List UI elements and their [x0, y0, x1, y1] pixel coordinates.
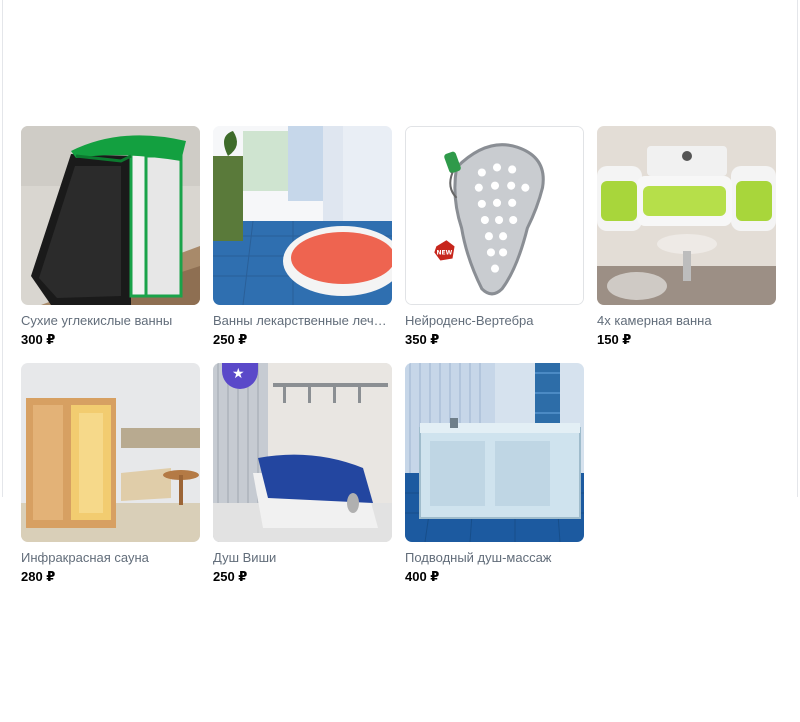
product-name[interactable]: Инфракрасная сауна [21, 550, 200, 566]
product-price: 250 ₽ [213, 569, 248, 584]
product-price: 250 ₽ [213, 332, 248, 347]
product-image[interactable]: NEW [405, 126, 584, 305]
product-name[interactable]: 4х камерная ванна [597, 313, 776, 329]
product-card[interactable]: Подводный душ-массаж 400 ₽ [405, 363, 584, 585]
product-card[interactable]: Инфракрасная сауна 280 ₽ [21, 363, 200, 585]
product-price: 350 ₽ [405, 332, 440, 347]
product-card[interactable]: ★ Душ Виши 250 ₽ [213, 363, 392, 585]
product-image[interactable] [213, 126, 392, 305]
product-name[interactable]: Сухие углекислые ванны [21, 313, 200, 329]
product-card[interactable]: 4х камерная ванна 150 ₽ [597, 126, 776, 348]
product-price: 280 ₽ [21, 569, 56, 584]
product-image[interactable] [21, 363, 200, 542]
product-card[interactable]: Ванны лекарственные лече… 250 ₽ [213, 126, 392, 348]
product-price: 400 ₽ [405, 569, 440, 584]
product-image[interactable] [21, 126, 200, 305]
product-name[interactable]: Нейроденс-Вертебра [405, 313, 584, 329]
new-badge-text: NEW [436, 249, 452, 256]
product-image[interactable]: ★ [213, 363, 392, 542]
product-name[interactable]: Ванны лекарственные лече… [213, 313, 392, 329]
product-image[interactable] [597, 126, 776, 305]
product-price: 150 ₽ [597, 332, 632, 347]
product-name[interactable]: Подводный душ-массаж [405, 550, 584, 566]
product-card[interactable]: NEW Нейроденс-Вертебра 350 ₽ [405, 126, 584, 348]
product-price: 300 ₽ [21, 332, 56, 347]
product-grid: Сухие углекислые ванны 300 ₽ Ванны лекар… [21, 126, 776, 585]
star-icon: ★ [232, 365, 245, 381]
frame-divider-left [2, 0, 3, 497]
product-name[interactable]: Душ Виши [213, 550, 392, 566]
product-image[interactable] [405, 363, 584, 542]
frame-divider-right [797, 0, 798, 497]
product-card[interactable]: Сухие углекислые ванны 300 ₽ [21, 126, 200, 348]
